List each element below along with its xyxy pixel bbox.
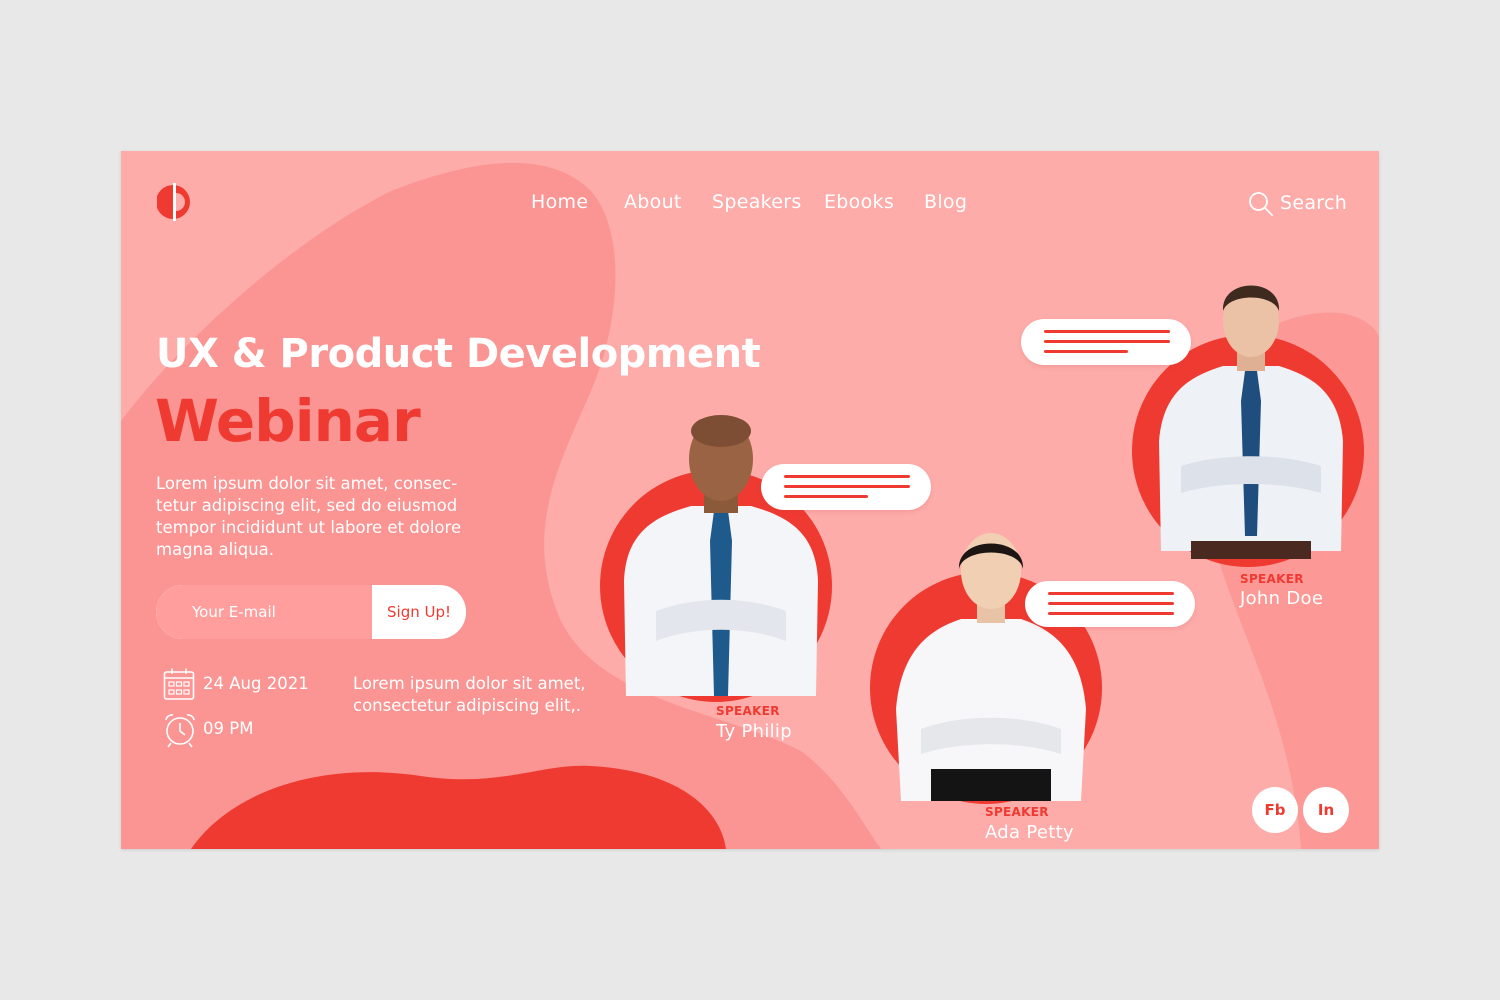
hero-title: UX & Product Development [156, 331, 761, 377]
speaker-role: SPEAKER [1240, 572, 1304, 586]
hero-description: Lorem ipsum dolor sit amet, consec-tetur… [156, 474, 462, 559]
speaker-name: John Doe [1240, 588, 1324, 609]
logo-mark[interactable] [157, 179, 193, 225]
nav-item-home[interactable]: Home [531, 191, 588, 213]
nav-item-blog[interactable]: Blog [924, 191, 967, 213]
email-field[interactable] [156, 585, 372, 639]
nav-item-speakers[interactable]: Speakers [712, 191, 802, 213]
signup-form: Sign Up! [156, 585, 466, 639]
event-time-label: 09 PM [203, 719, 254, 738]
nav-item-about[interactable]: About [624, 191, 682, 213]
signup-button[interactable]: Sign Up! [372, 585, 466, 639]
event-description: Lorem ipsum dolor sit amet, consectetur … [353, 674, 586, 715]
speaker-role: SPEAKER [716, 704, 780, 718]
chat-bubble [1021, 319, 1191, 365]
speaker-photo [1159, 285, 1343, 559]
chat-bubble [761, 464, 931, 510]
event-date-label: 24 Aug 2021 [203, 674, 309, 693]
speaker-photo [624, 415, 818, 696]
hero-subtitle: Webinar [155, 387, 421, 455]
chat-bubble [1025, 581, 1195, 627]
calendar-icon [163, 668, 195, 700]
nav-item-ebooks[interactable]: Ebooks [824, 191, 894, 213]
facebook-button[interactable]: Fb [1252, 787, 1298, 833]
landing-page: Home About Speakers Ebooks Blog Search U… [121, 151, 1379, 849]
alarm-clock-icon [165, 714, 195, 748]
speaker-role: SPEAKER [985, 805, 1049, 819]
speaker-photo [896, 533, 1086, 801]
linkedin-button[interactable]: In [1303, 787, 1349, 833]
speaker-name: Ada Petty [985, 822, 1074, 843]
speaker-name: Ty Philip [716, 721, 792, 742]
search-label: Search [1280, 192, 1348, 214]
search-icon [1249, 192, 1273, 216]
